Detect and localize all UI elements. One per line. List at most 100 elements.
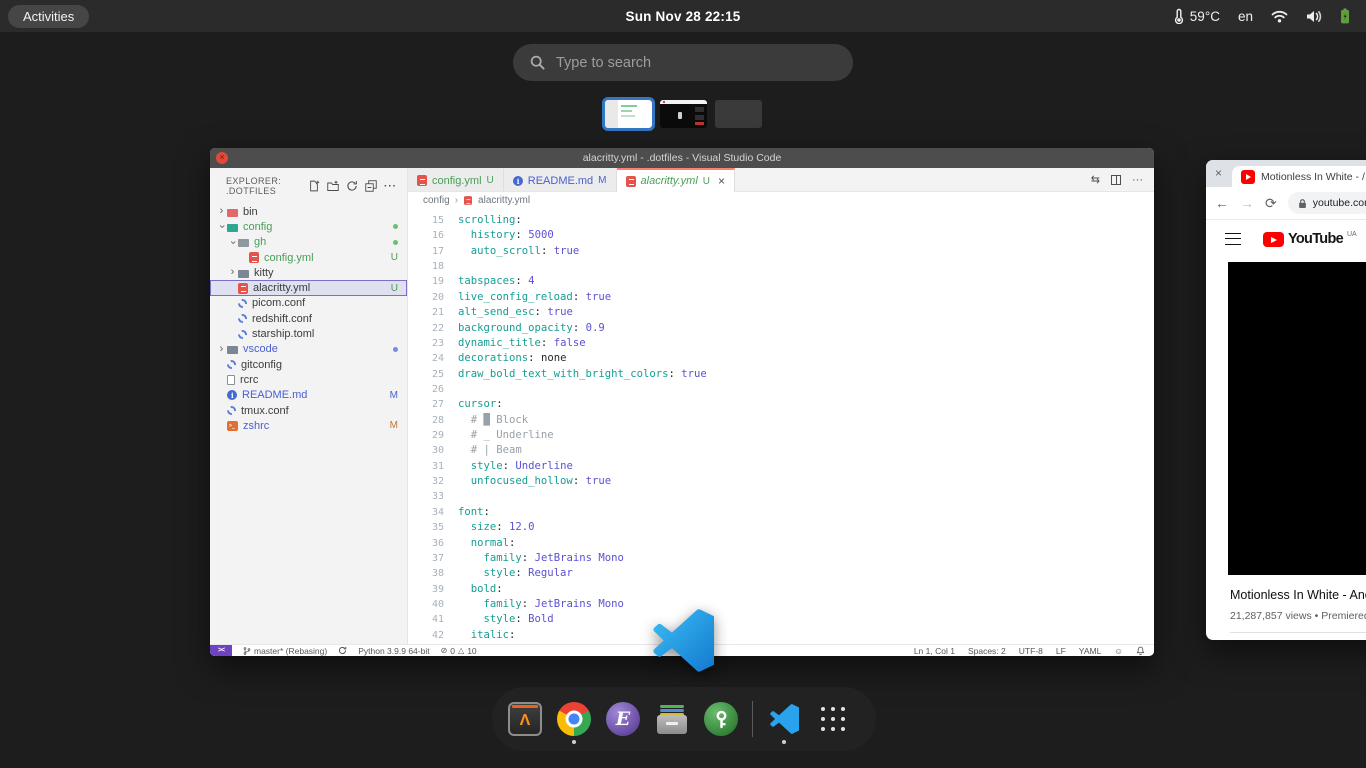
remote-indicator[interactable]: ><	[210, 645, 232, 656]
code-line-42[interactable]: 42 italic:	[408, 628, 1154, 643]
encoding-setting[interactable]: UTF-8	[1019, 646, 1043, 656]
editor-more-actions-icon[interactable]: ···	[1132, 174, 1143, 186]
forward-button[interactable]: →	[1240, 195, 1254, 211]
code-line-34[interactable]: 34font:	[408, 505, 1154, 520]
explorer-item-config[interactable]: ›config	[210, 219, 407, 234]
code-line-37[interactable]: 37 family: JetBrains Mono	[408, 551, 1154, 566]
close-window-button[interactable]: ×	[216, 152, 228, 164]
editor-tab-config.yml[interactable]: config.ymlU	[408, 168, 504, 191]
workspace-thumbnail-3[interactable]	[715, 100, 762, 128]
activities-button[interactable]: Activities	[8, 5, 89, 28]
code-line-27[interactable]: 27cursor:	[408, 397, 1154, 412]
indentation-setting[interactable]: Spaces: 2	[968, 646, 1006, 656]
code-line-28[interactable]: 28 # █ Block	[408, 413, 1154, 428]
breadcrumb[interactable]: config › alacritty.yml	[408, 192, 1154, 208]
eol-setting[interactable]: LF	[1056, 646, 1066, 656]
workspace-thumbnail-1[interactable]	[605, 100, 652, 128]
code-line-31[interactable]: 31 style: Underline	[408, 459, 1154, 474]
code-line-29[interactable]: 29 # _ Underline	[408, 428, 1154, 443]
code-line-25[interactable]: 25draw_bold_text_with_bright_colors: tru…	[408, 367, 1154, 382]
split-editor-icon[interactable]	[1111, 175, 1121, 185]
video-player[interactable]	[1228, 262, 1366, 575]
reload-button[interactable]: ⟳	[1265, 195, 1277, 212]
dock-item-files[interactable]	[654, 701, 690, 737]
keyboard-layout-indicator[interactable]: en	[1238, 9, 1253, 24]
notifications-bell-icon[interactable]	[1136, 646, 1145, 656]
explorer-item-alacritty.yml[interactable]: alacritty.ymlU	[210, 280, 407, 295]
python-interpreter[interactable]: Python 3.9.9 64-bit	[358, 646, 429, 656]
code-line-19[interactable]: 19tabspaces: 4	[408, 274, 1154, 289]
explorer-item-zshrc[interactable]: zshrcM	[210, 418, 407, 433]
code-line-40[interactable]: 40 family: JetBrains Mono	[408, 597, 1154, 612]
code-line-33[interactable]: 33	[408, 489, 1154, 504]
explorer-item-README.md[interactable]: README.mdM	[210, 388, 407, 403]
code-line-36[interactable]: 36 normal:	[408, 536, 1154, 551]
code-line-30[interactable]: 30 # | Beam	[408, 443, 1154, 458]
code-line-24[interactable]: 24decorations: none	[408, 351, 1154, 366]
clock[interactable]: Sun Nov 28 22:15	[626, 9, 741, 24]
code-line-41[interactable]: 41 style: Bold	[408, 612, 1154, 627]
youtube-logo[interactable]: YouTube UA	[1263, 231, 1357, 247]
dock-item-chrome[interactable]	[556, 701, 592, 737]
explorer-item-gitconfig[interactable]: gitconfig	[210, 357, 407, 372]
breadcrumb-folder[interactable]: config	[423, 195, 450, 206]
workspace-thumbnail-2[interactable]	[660, 100, 707, 128]
code-line-26[interactable]: 26	[408, 382, 1154, 397]
explorer-item-redshift.conf[interactable]: redshift.conf	[210, 311, 407, 326]
editor-tab-alacritty.yml[interactable]: alacritty.ymlU×	[617, 168, 736, 192]
search-bar[interactable]: Type to search	[513, 44, 853, 81]
code-line-16[interactable]: 16 history: 5000	[408, 228, 1154, 243]
explorer-item-gh[interactable]: ›gh	[210, 235, 407, 250]
code-line-18[interactable]: 18	[408, 259, 1154, 274]
code-line-35[interactable]: 35 size: 12.0	[408, 520, 1154, 535]
open-changes-icon[interactable]: ⇆	[1091, 173, 1100, 186]
chrome-active-tab[interactable]: Motionless In White - /	[1232, 166, 1366, 187]
code-line-22[interactable]: 22background_opacity: 0.9	[408, 321, 1154, 336]
dock-item-emacs[interactable]: E	[605, 701, 641, 737]
editor-tab-README.md[interactable]: README.mdM	[504, 168, 617, 191]
code-line-23[interactable]: 23dynamic_title: false	[408, 336, 1154, 351]
explorer-item-picom.conf[interactable]: picom.conf	[210, 296, 407, 311]
line-number: 34	[408, 505, 444, 520]
back-button[interactable]: ←	[1215, 195, 1229, 211]
explorer-item-kitty[interactable]: ›kitty	[210, 265, 407, 280]
dock-item-keepassxc[interactable]	[703, 701, 739, 737]
explorer-item-vscode[interactable]: ›vscode	[210, 342, 407, 357]
explorer-item-tmux.conf[interactable]: tmux.conf	[210, 403, 407, 418]
code-line-43[interactable]: 43 family: JetBrains Mono	[408, 643, 1154, 644]
feedback-icon[interactable]: ☺	[1114, 646, 1123, 656]
explorer-item-config.yml[interactable]: config.ymlU	[210, 250, 407, 265]
chrome-close-window-icon[interactable]: ×	[1215, 166, 1222, 180]
code-line-38[interactable]: 38 style: Regular	[408, 566, 1154, 581]
code-line-15[interactable]: 15scrolling:	[408, 213, 1154, 228]
close-tab-icon[interactable]: ×	[718, 174, 725, 188]
dock-item-app-grid[interactable]	[815, 701, 851, 737]
dock-item-vscode[interactable]	[766, 701, 802, 737]
cursor-position[interactable]: Ln 1, Col 1	[914, 646, 955, 656]
code-line-21[interactable]: 21alt_send_esc: true	[408, 305, 1154, 320]
chrome-window[interactable]: × Motionless In White - / ← → ⟳ youtube.…	[1206, 160, 1366, 640]
vscode-window[interactable]: × alacritty.yml - .dotfiles - Visual Stu…	[210, 148, 1154, 656]
explorer-item-bin[interactable]: ›bin	[210, 204, 407, 219]
code-line-32[interactable]: 32 unfocused_hollow: true	[408, 474, 1154, 489]
address-bar[interactable]: youtube.com/wa	[1288, 192, 1366, 214]
explorer-item-starship.toml[interactable]: starship.toml	[210, 326, 407, 341]
code-line-20[interactable]: 20live_config_reload: true	[408, 290, 1154, 305]
system-status-area[interactable]: 59°C en	[1174, 8, 1350, 24]
explorer-item-rcrc[interactable]: rcrc	[210, 372, 407, 387]
git-branch-indicator[interactable]: master* (Rebasing)	[243, 646, 327, 656]
collapse-folders-icon[interactable]	[365, 180, 377, 192]
refresh-icon[interactable]	[346, 180, 358, 192]
breadcrumb-file[interactable]: alacritty.yml	[478, 195, 530, 206]
new-folder-icon[interactable]	[327, 180, 339, 192]
code-line-17[interactable]: 17 auto_scroll: true	[408, 244, 1154, 259]
sync-button[interactable]	[338, 646, 347, 655]
dock-item-alacritty[interactable]	[507, 701, 543, 737]
problems-indicator[interactable]: ⊘0 △10	[441, 646, 477, 656]
hamburger-menu-icon[interactable]	[1225, 233, 1241, 245]
more-actions-icon[interactable]: ···	[384, 181, 397, 192]
language-mode[interactable]: YAML	[1079, 646, 1102, 656]
new-file-icon[interactable]	[308, 180, 320, 192]
editor-code[interactable]: 15scrolling:16 history: 500017 auto_scro…	[408, 208, 1154, 644]
code-line-39[interactable]: 39 bold:	[408, 582, 1154, 597]
